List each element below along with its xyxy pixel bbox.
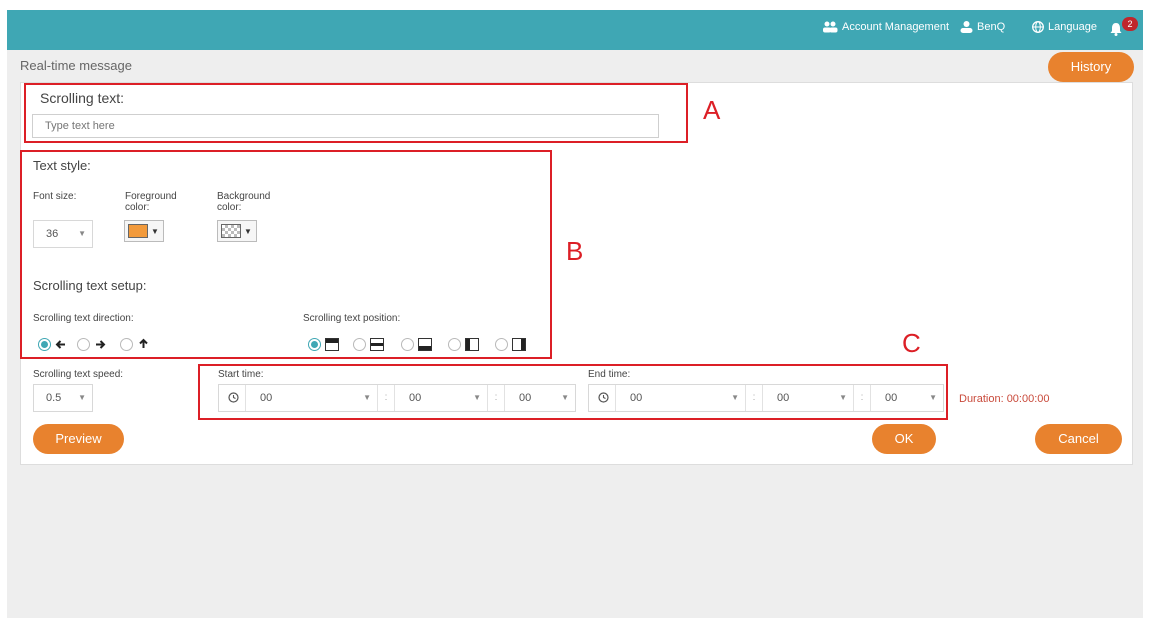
page-title: Real-time message (20, 58, 132, 73)
callout-box-c (198, 364, 948, 420)
speed-select[interactable]: 0.5 ▼ (33, 384, 93, 412)
speed-value: 0.5 (46, 392, 62, 404)
callout-box-b (20, 150, 552, 359)
user-menu[interactable]: BenQ (960, 21, 1005, 33)
callout-box-a (24, 83, 688, 143)
cancel-button[interactable]: Cancel (1035, 424, 1122, 454)
speed-label: Scrolling text speed: (33, 369, 124, 380)
users-icon (823, 21, 838, 33)
notification-badge: 2 (1122, 17, 1138, 31)
chevron-down-icon: ▼ (78, 393, 86, 402)
callout-label-b: B (566, 236, 584, 266)
language-label: Language (1048, 21, 1097, 33)
account-management-link[interactable]: Account Management (822, 21, 949, 33)
account-management-label: Account Management (842, 21, 950, 33)
history-button[interactable]: History (1048, 52, 1134, 82)
ok-button[interactable]: OK (872, 424, 936, 454)
callout-label-a: A (703, 95, 721, 125)
preview-button[interactable]: Preview (33, 424, 124, 454)
bell-icon (1110, 23, 1122, 36)
notifications-button[interactable]: 2 (1110, 17, 1138, 36)
globe-icon (1032, 21, 1044, 33)
top-bar: Account Management BenQ Language 2 (7, 10, 1143, 50)
user-name: BenQ (977, 21, 1006, 33)
callout-label-c: C (902, 328, 921, 358)
duration-readout: Duration: 00:00:00 (959, 393, 1050, 405)
user-icon (960, 21, 973, 33)
language-menu[interactable]: Language (1032, 21, 1097, 33)
